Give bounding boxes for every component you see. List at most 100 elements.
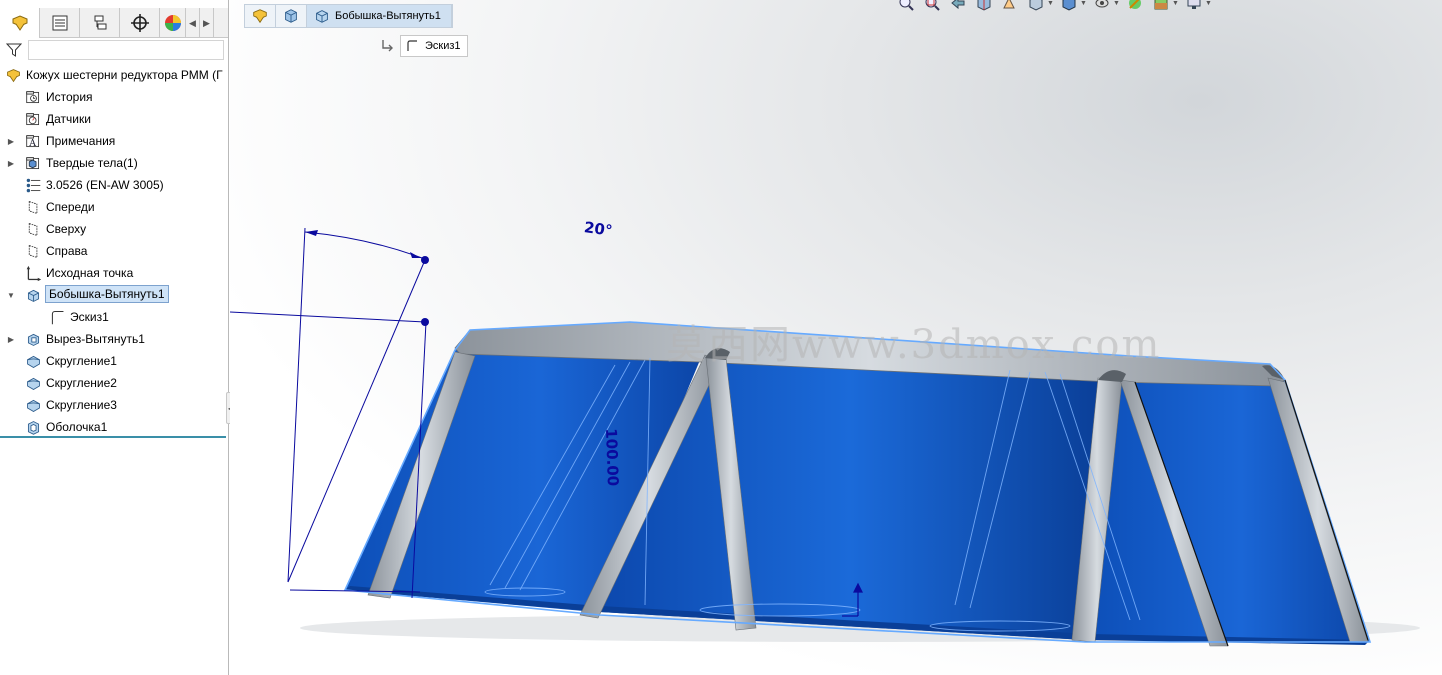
tree-item[interactable]: ▼ Бобышка-Вытянуть1 bbox=[0, 284, 228, 306]
tree-item[interactable]: 3.0526 (EN-AW 3005) bbox=[0, 174, 228, 196]
tab-configuration-manager[interactable] bbox=[80, 8, 120, 38]
tree-bottom-divider bbox=[0, 436, 226, 438]
hide-show-icon bbox=[1095, 0, 1109, 8]
tabs-scroll-right-button[interactable]: ▶ bbox=[200, 8, 214, 38]
view-orientation-dropdown[interactable]: ▼ bbox=[1047, 0, 1054, 7]
tree-item-label: Исходная точка bbox=[46, 266, 134, 280]
display-manager-icon bbox=[164, 15, 181, 31]
feature-tree: Кожух шестерни редуктора РММ (Г История Да… bbox=[0, 64, 228, 438]
length-dimension[interactable]: 100.00 bbox=[602, 428, 622, 486]
expand-arrow-icon[interactable]: ▶ bbox=[6, 136, 16, 146]
hide-show-dropdown[interactable]: ▼ bbox=[1113, 0, 1120, 7]
fillet-icon bbox=[24, 396, 42, 414]
boss-extrude-icon bbox=[316, 10, 328, 23]
breadcrumb-sketch[interactable]: Эскиз1 bbox=[400, 35, 468, 57]
graphics-area[interactable]: 20° 100.00 莫西网www.3dmox.com bbox=[230, 0, 1442, 675]
fillet-icon bbox=[24, 352, 42, 370]
view-orientation-button[interactable] bbox=[1026, 0, 1046, 12]
tree-item[interactable]: Справа bbox=[0, 240, 228, 262]
zoom-to-fit-button[interactable] bbox=[896, 0, 916, 12]
solid-body-icon bbox=[285, 9, 297, 23]
filter-row bbox=[0, 38, 228, 62]
annotations-icon: A bbox=[24, 132, 42, 150]
zoom-to-fit-icon bbox=[899, 0, 914, 11]
feature-manager-panel: ◀ ▶ Кожух шестерни редуктора РММ (Г Истор… bbox=[0, 0, 229, 675]
sensors-icon bbox=[24, 110, 42, 128]
material-icon bbox=[24, 176, 42, 194]
breadcrumb-sketch-label: Эскиз1 bbox=[425, 40, 461, 52]
sketch-points[interactable] bbox=[305, 230, 429, 326]
zoom-to-area-button[interactable] bbox=[922, 0, 942, 12]
section-view-icon bbox=[977, 0, 991, 11]
tab-property-manager[interactable] bbox=[40, 8, 80, 38]
tree-item-label: История bbox=[46, 90, 93, 104]
display-style-icon bbox=[1062, 0, 1076, 11]
dynamic-annotation-icon bbox=[1003, 0, 1015, 9]
breadcrumb-label: Бобышка-Вытянуть1 bbox=[335, 10, 441, 22]
tree-item[interactable]: Датчики bbox=[0, 108, 228, 130]
tree-item[interactable]: ▶ Твердые тела(1) bbox=[0, 152, 228, 174]
previous-view-icon bbox=[951, 0, 965, 10]
view-settings-button[interactable] bbox=[1184, 0, 1204, 12]
hide-show-button[interactable] bbox=[1092, 0, 1112, 12]
solid-bodies-icon bbox=[24, 154, 42, 172]
display-style-button[interactable] bbox=[1059, 0, 1079, 12]
tree-item-label: Спереди bbox=[46, 200, 95, 214]
tree-item[interactable]: История bbox=[0, 86, 228, 108]
tab-display-manager[interactable] bbox=[160, 8, 186, 38]
tree-item[interactable]: ▶ A Примечания bbox=[0, 130, 228, 152]
tree-item[interactable]: Скругление2 bbox=[0, 372, 228, 394]
edit-appearance-button[interactable] bbox=[1125, 0, 1145, 12]
plane-icon bbox=[24, 198, 42, 216]
plane-icon bbox=[24, 242, 42, 260]
tree-item-label: Скругление1 bbox=[46, 354, 117, 368]
filter-input[interactable] bbox=[28, 40, 224, 60]
plane-icon bbox=[24, 220, 42, 238]
tab-dimxpert-manager[interactable] bbox=[120, 8, 160, 38]
collapse-arrow-icon[interactable]: ▼ bbox=[6, 290, 16, 300]
fillet-icon bbox=[24, 374, 42, 392]
expand-arrow-icon[interactable]: ▶ bbox=[6, 158, 16, 168]
view-settings-icon bbox=[1187, 0, 1201, 9]
view-orientation-icon bbox=[1029, 0, 1043, 11]
angle-dimension[interactable]: 20° bbox=[583, 218, 614, 240]
tree-root-part[interactable]: Кожух шестерни редуктора РММ (Г bbox=[0, 64, 228, 86]
breadcrumb-solid-body[interactable] bbox=[276, 5, 307, 27]
filter-icon[interactable] bbox=[6, 42, 22, 58]
tab-feature-manager[interactable] bbox=[0, 8, 40, 38]
feature-manager-icon bbox=[12, 15, 27, 31]
expand-arrow-icon[interactable]: ▶ bbox=[6, 334, 16, 344]
previous-view-button[interactable] bbox=[948, 0, 968, 12]
history-icon bbox=[24, 88, 42, 106]
svg-text:A: A bbox=[28, 137, 36, 148]
tree-item[interactable]: Исходная точка bbox=[0, 262, 228, 284]
tree-item-label: Сверху bbox=[46, 222, 87, 236]
tree-item-label: Оболочка1 bbox=[46, 420, 108, 434]
apply-scene-dropdown[interactable]: ▼ bbox=[1172, 0, 1179, 7]
tree-item-label: Датчики bbox=[46, 112, 91, 126]
tree-item[interactable]: Эскиз1 bbox=[0, 306, 228, 328]
breadcrumb-boss-extrude[interactable]: Бобышка-Вытянуть1 bbox=[307, 5, 452, 27]
sketch-icon bbox=[48, 308, 66, 326]
section-view-button[interactable] bbox=[974, 0, 994, 12]
child-arrow-icon bbox=[382, 40, 393, 52]
dynamic-annotation-button[interactable] bbox=[1000, 0, 1020, 12]
tree-item[interactable]: Скругление3 bbox=[0, 394, 228, 416]
tree-item-label: Вырез-Вытянуть1 bbox=[46, 332, 145, 346]
sketch-icon bbox=[407, 40, 417, 51]
tree-item[interactable]: Скругление1 bbox=[0, 350, 228, 372]
part-icon bbox=[253, 9, 267, 24]
apply-scene-button[interactable] bbox=[1151, 0, 1171, 12]
tree-item-label: Кожух шестерни редуктора РММ (Г bbox=[26, 68, 223, 82]
tree-item[interactable]: Оболочка1 bbox=[0, 416, 228, 438]
edit-appearance-icon bbox=[1129, 0, 1141, 9]
tree-item[interactable]: Сверху bbox=[0, 218, 228, 240]
tree-item[interactable]: Спереди bbox=[0, 196, 228, 218]
breadcrumb-part[interactable] bbox=[245, 5, 276, 27]
view-settings-dropdown[interactable]: ▼ bbox=[1205, 0, 1212, 7]
tree-item-label: Скругление2 bbox=[46, 376, 117, 390]
display-style-dropdown[interactable]: ▼ bbox=[1080, 0, 1087, 7]
tree-item[interactable]: ▶ Вырез-Вытянуть1 bbox=[0, 328, 228, 350]
zoom-to-area-icon bbox=[925, 0, 940, 11]
tabs-scroll-left-button[interactable]: ◀ bbox=[186, 8, 200, 38]
